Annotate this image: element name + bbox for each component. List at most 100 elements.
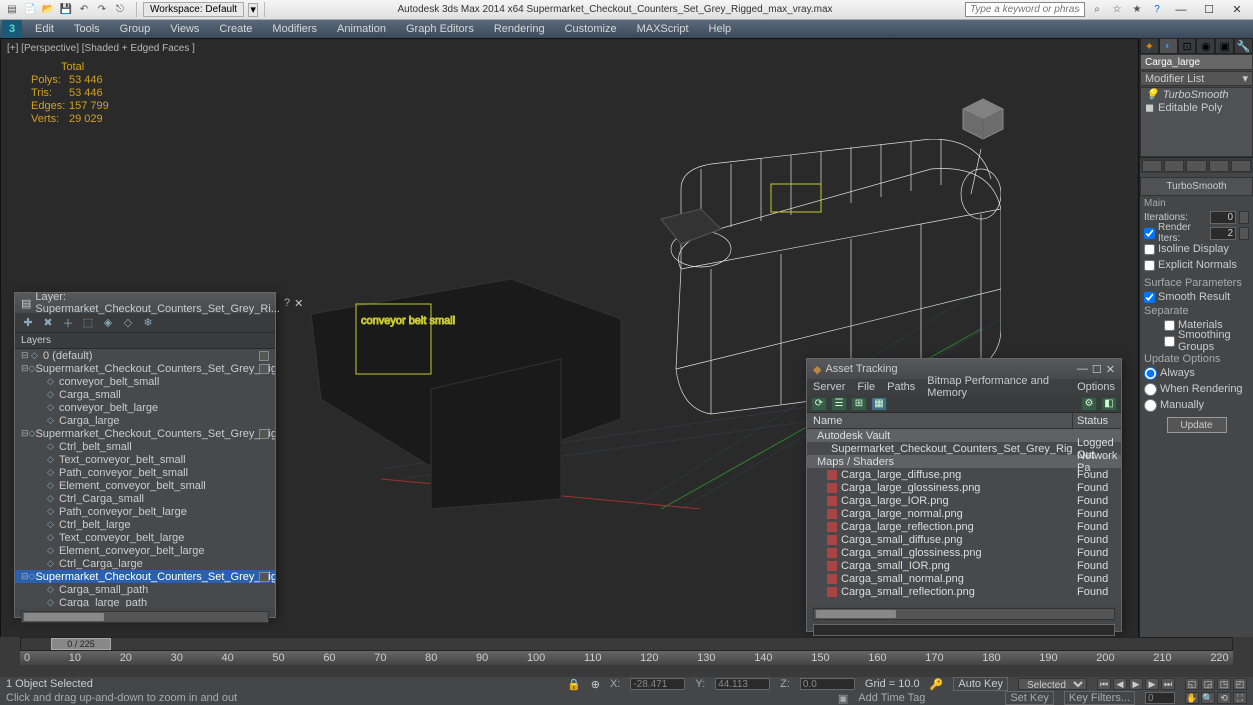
select-hl-icon[interactable]: ⬚ bbox=[81, 316, 95, 330]
viewport-label[interactable]: [+] [Perspective] [Shaded + Edged Faces … bbox=[1, 39, 1138, 58]
close-icon[interactable]: ✕ bbox=[1106, 363, 1115, 376]
play-icon[interactable]: ▶ bbox=[1129, 678, 1143, 690]
materials-checkbox[interactable] bbox=[1164, 320, 1175, 331]
pan-icon[interactable]: ✋ bbox=[1185, 692, 1199, 704]
pin-stack-button[interactable] bbox=[1142, 160, 1162, 172]
asset-row[interactable]: Carga_large_normal.pngFound bbox=[807, 507, 1121, 520]
layer-row[interactable]: ◇Carga_large bbox=[15, 414, 275, 427]
layer-list[interactable]: ⊟◇0 (default)⊟◇Supermarket_Checkout_Coun… bbox=[15, 349, 275, 607]
hl-sel-icon[interactable]: ◈ bbox=[101, 316, 115, 330]
time-handle[interactable]: 0 / 225 bbox=[51, 638, 111, 650]
stack-turbosmooth[interactable]: 💡TurboSmooth bbox=[1141, 88, 1252, 101]
time-ruler[interactable]: 0102030405060708090100110120130140150160… bbox=[20, 651, 1233, 665]
max-viewport-icon[interactable]: ⛶ bbox=[1233, 692, 1247, 704]
maximize-button[interactable]: ☐ bbox=[1197, 2, 1221, 18]
delete-layer-icon[interactable]: ✖ bbox=[41, 316, 55, 330]
new-icon[interactable]: 📄 bbox=[22, 2, 38, 18]
layer-row[interactable]: ◇Path_conveyor_belt_large bbox=[15, 505, 275, 518]
link-icon[interactable]: ⎋ bbox=[112, 2, 128, 18]
when-rendering-radio[interactable] bbox=[1144, 383, 1157, 396]
app-logo-icon[interactable]: 3 bbox=[2, 20, 22, 38]
manually-radio[interactable] bbox=[1144, 399, 1157, 412]
menu-tools[interactable]: Tools bbox=[64, 21, 110, 37]
app-menu-icon[interactable]: ▤ bbox=[4, 2, 20, 18]
goto-end-icon[interactable]: ⏭ bbox=[1161, 678, 1175, 690]
modifier-stack[interactable]: 💡TurboSmooth ◼Editable Poly bbox=[1140, 87, 1253, 157]
iterations-input[interactable] bbox=[1210, 211, 1236, 224]
col-name[interactable]: Name bbox=[807, 413, 1073, 428]
layer-row[interactable]: ◇conveyor_belt_large bbox=[15, 401, 275, 414]
update-button[interactable]: Update bbox=[1167, 417, 1227, 433]
asset-menu-file[interactable]: File bbox=[857, 381, 875, 393]
layer-row[interactable]: ◇Text_conveyor_belt_large bbox=[15, 531, 275, 544]
search-input[interactable] bbox=[965, 2, 1085, 17]
settings-icon[interactable]: ⚙ bbox=[1081, 397, 1097, 411]
tab-utilities[interactable]: 🔧 bbox=[1234, 38, 1253, 54]
asset-scrollbar-h[interactable] bbox=[813, 608, 1115, 620]
tree-icon[interactable]: ⊞ bbox=[851, 397, 867, 411]
infocenter-icon[interactable]: ⌕ bbox=[1089, 2, 1105, 18]
refresh-icon[interactable]: ⟳ bbox=[811, 397, 827, 411]
layer-dialog-title[interactable]: ▤ Layer: Supermarket_Checkout_Counters_S… bbox=[15, 293, 275, 313]
next-frame-icon[interactable]: ▶ bbox=[1145, 678, 1159, 690]
minimize-button[interactable]: — bbox=[1169, 2, 1193, 18]
lock-icon[interactable]: 🔒 bbox=[567, 678, 581, 691]
key-mode-dropdown[interactable]: Selected bbox=[1018, 678, 1087, 690]
asset-menu-paths[interactable]: Paths bbox=[887, 381, 915, 393]
asset-row[interactable]: Carga_large_reflection.pngFound bbox=[807, 520, 1121, 533]
asset-menu-options[interactable]: Options bbox=[1077, 381, 1115, 393]
nav-1-icon[interactable]: ◱ bbox=[1185, 678, 1199, 690]
nav-3-icon[interactable]: ◳ bbox=[1217, 678, 1231, 690]
spinner-icon[interactable] bbox=[1239, 211, 1249, 224]
config-button[interactable] bbox=[1231, 160, 1251, 172]
time-tag-icon[interactable]: ▣ bbox=[838, 692, 848, 705]
layer-row[interactable]: ◇conveyor_belt_small bbox=[15, 375, 275, 388]
layer-row[interactable]: ◇Carga_small_path bbox=[15, 583, 275, 596]
menu-animation[interactable]: Animation bbox=[327, 21, 396, 37]
list-icon[interactable]: ☰ bbox=[831, 397, 847, 411]
asset-list[interactable]: Autodesk VaultSupermarket_Checkout_Count… bbox=[807, 429, 1121, 604]
add-time-tag[interactable]: Add Time Tag bbox=[858, 692, 925, 704]
keyfilters-button[interactable]: Key Filters... bbox=[1064, 691, 1135, 705]
menu-customize[interactable]: Customize bbox=[555, 21, 627, 37]
goto-start-icon[interactable]: ⏮ bbox=[1097, 678, 1111, 690]
remove-button[interactable] bbox=[1209, 160, 1229, 172]
new-layer-icon[interactable]: ✚ bbox=[21, 316, 35, 330]
tab-modify[interactable]: ◐ bbox=[1159, 38, 1178, 54]
always-radio[interactable] bbox=[1144, 367, 1157, 380]
zoom-icon[interactable]: 🔍 bbox=[1201, 692, 1215, 704]
setkey-button[interactable]: Set Key bbox=[1005, 691, 1054, 705]
layer-row[interactable]: ⊟◇0 (default) bbox=[15, 349, 275, 362]
help-icon[interactable]: ? bbox=[284, 297, 290, 309]
tab-motion[interactable]: ◉ bbox=[1196, 38, 1215, 54]
z-input[interactable] bbox=[800, 678, 855, 690]
open-icon[interactable]: 📂 bbox=[40, 2, 56, 18]
asset-row[interactable]: Carga_small_IOR.pngFound bbox=[807, 559, 1121, 572]
show-result-button[interactable] bbox=[1164, 160, 1184, 172]
minimize-icon[interactable]: — bbox=[1077, 363, 1088, 375]
time-slider[interactable]: 0 / 225 bbox=[20, 637, 1233, 651]
asset-menu-server[interactable]: Server bbox=[813, 381, 845, 393]
layer-dialog[interactable]: ▤ Layer: Supermarket_Checkout_Counters_S… bbox=[14, 292, 276, 618]
snap-icon[interactable]: ⊕ bbox=[591, 678, 600, 691]
smoothing-groups-checkbox[interactable] bbox=[1164, 336, 1175, 347]
close-icon[interactable]: ✕ bbox=[294, 297, 303, 310]
rollout-turbosmooth[interactable]: TurboSmooth bbox=[1140, 177, 1253, 196]
menu-rendering[interactable]: Rendering bbox=[484, 21, 555, 37]
layer-row[interactable]: ◇Element_conveyor_belt_small bbox=[15, 479, 275, 492]
asset-row[interactable]: Carga_large_diffuse.pngFound bbox=[807, 468, 1121, 481]
menu-modifiers[interactable]: Modifiers bbox=[262, 21, 327, 37]
modifier-list-dropdown[interactable]: Modifier List▾ bbox=[1140, 71, 1253, 86]
tab-display[interactable]: ▣ bbox=[1215, 38, 1234, 54]
unique-button[interactable] bbox=[1186, 160, 1206, 172]
layer-row[interactable]: ◇Carga_large_path bbox=[15, 596, 275, 607]
layer-row[interactable]: ◇Ctrl_belt_small bbox=[15, 440, 275, 453]
render-iters-checkbox[interactable] bbox=[1144, 228, 1155, 239]
maximize-icon[interactable]: ☐ bbox=[1092, 363, 1102, 376]
nav-2-icon[interactable]: ◲ bbox=[1201, 678, 1215, 690]
asset-header[interactable]: Name Status bbox=[807, 413, 1121, 429]
asset-row[interactable]: Carga_small_diffuse.pngFound bbox=[807, 533, 1121, 546]
asset-row[interactable]: Maps / ShadersNetwork Pa bbox=[807, 455, 1121, 468]
isoline-checkbox[interactable] bbox=[1144, 244, 1155, 255]
y-input[interactable] bbox=[715, 678, 770, 690]
